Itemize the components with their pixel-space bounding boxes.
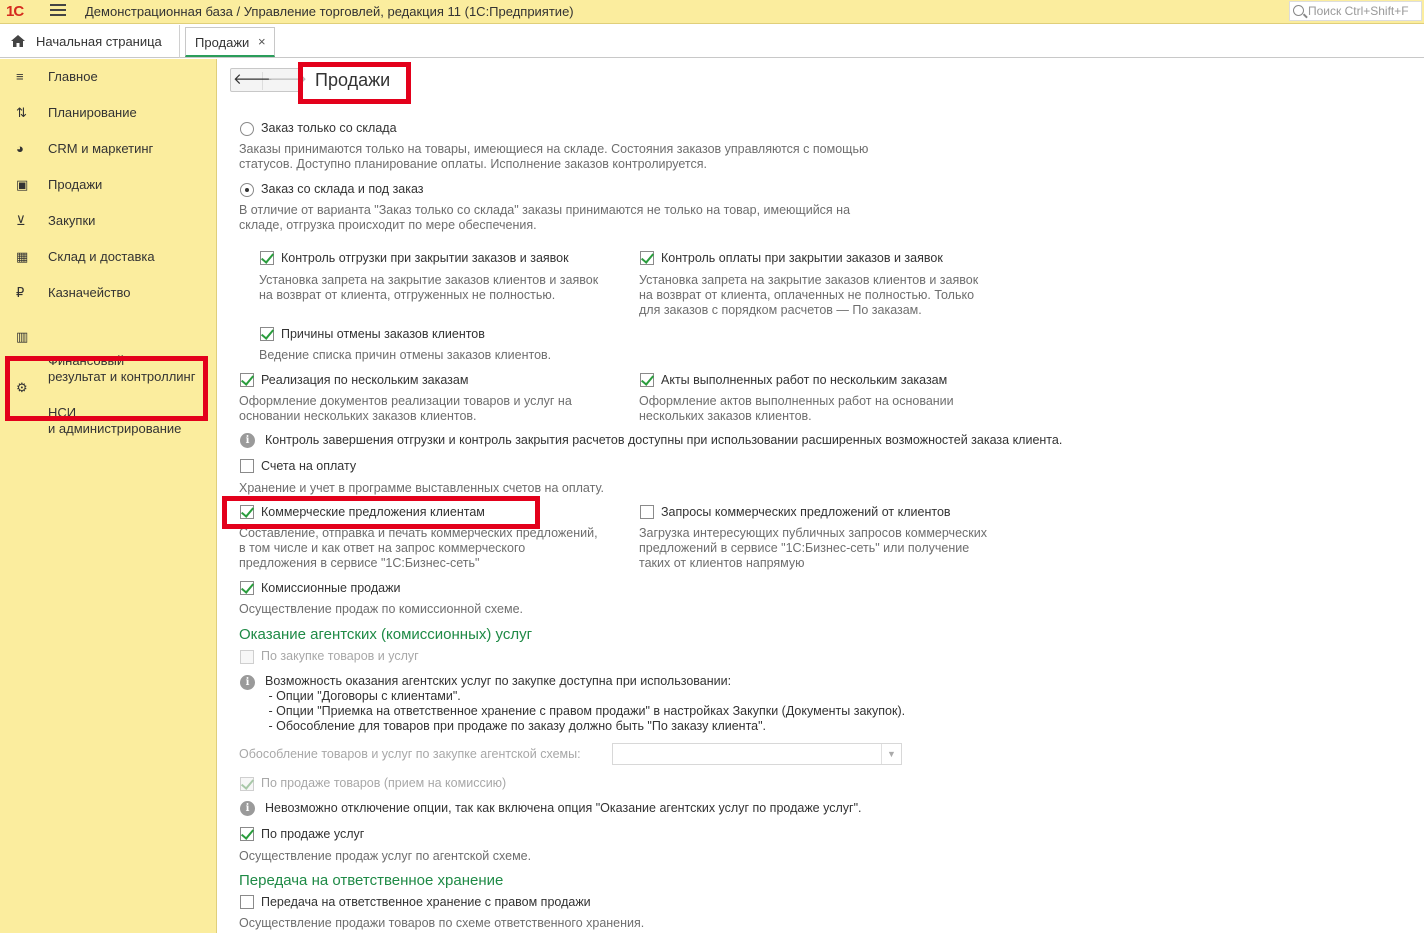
sidebar-item-warehouse[interactable]: ▦ Склад и доставка: [0, 249, 217, 265]
checkbox-storage-transfer-label[interactable]: Передача на ответственное хранение с пра…: [261, 895, 591, 909]
app-logo[interactable]: 1С: [6, 3, 24, 20]
checkbox-multi-sales-label[interactable]: Реализация по нескольким заказам: [261, 373, 468, 387]
tab-bar: Начальная страница Продажи ×: [0, 25, 1424, 58]
checkbox-agent-sale-services-desc: Осуществление продаж услуг по агентской …: [239, 849, 532, 863]
search-icon: [1293, 5, 1304, 16]
tab-home[interactable]: Начальная страница: [0, 25, 180, 58]
sidebar-item-planning[interactable]: ⇅ Планирование: [0, 105, 217, 121]
checkbox-invoices-label[interactable]: Счета на оплату: [261, 459, 356, 473]
highlight-commercial-offers: [222, 496, 540, 529]
checkbox-invoices[interactable]: [240, 459, 254, 473]
checkbox-commission-sales-desc: Осуществление продаж по комиссионной схе…: [239, 602, 523, 616]
list-icon: ≡: [16, 69, 24, 84]
checkbox-pay-control-label[interactable]: Контроль оплаты при закрытии заказов и з…: [661, 251, 943, 265]
sidebar: ≡ Главное ⇅ Планирование ◕ CRM и маркети…: [0, 59, 217, 933]
title-bar: 1С Демонстрационная база / Управление то…: [0, 0, 1424, 24]
checkbox-commercial-offers-desc: Составление, отправка и печать коммерчес…: [239, 526, 598, 570]
section-heading-storage: Передача на ответственное хранение: [239, 872, 504, 889]
sidebar-item-label: Закупки: [48, 213, 96, 228]
sidebar-item-main[interactable]: ≡ Главное: [0, 69, 217, 85]
checkbox-storage-transfer[interactable]: [240, 895, 254, 909]
bar-chart-icon: ▥: [16, 329, 29, 344]
section-heading-agent: Оказание агентских (комиссионных) услуг: [239, 626, 533, 643]
radio-stock-only[interactable]: [240, 122, 254, 136]
shopping-bag-icon: ▣: [16, 177, 29, 192]
checkbox-multi-sales[interactable]: [240, 373, 254, 387]
checkbox-agent-purchase: [240, 650, 254, 664]
search-input[interactable]: Поиск Ctrl+Shift+F: [1289, 1, 1422, 21]
info-icon: i: [240, 675, 255, 690]
back-arrow-icon[interactable]: 🡐: [233, 72, 273, 90]
nav-buttons: 🡐 🡒: [230, 68, 307, 92]
checkbox-invoices-desc: Хранение и учет в программе выставленных…: [239, 481, 604, 495]
radio-stock-only-desc: Заказы принимаются только на товары, име…: [239, 142, 869, 171]
checkbox-multi-acts-label[interactable]: Акты выполненных работ по нескольким зак…: [661, 373, 947, 387]
checkbox-cancel-reasons[interactable]: [260, 327, 274, 341]
info-icon: i: [240, 801, 255, 816]
sidebar-item-label: CRM и маркетинг: [48, 141, 154, 156]
checkbox-agent-sale-services[interactable]: [240, 827, 254, 841]
info-order-control: Контроль завершения отгрузки и контроль …: [265, 433, 1063, 447]
checkbox-ship-control[interactable]: [260, 251, 274, 265]
pie-chart-icon: ◕: [16, 141, 24, 156]
checkbox-commission-sales-label[interactable]: Комиссионные продажи: [261, 581, 400, 595]
tab-home-label: Начальная страница: [36, 34, 162, 49]
info-icon: i: [240, 433, 255, 448]
warehouse-icon: ▦: [16, 249, 29, 264]
sidebar-item-sales[interactable]: ▣ Продажи: [0, 177, 217, 193]
radio-stock-and-order-desc: В отличие от варианта "Заказ только со с…: [239, 203, 851, 232]
checkbox-ship-control-desc: Установка запрета на закрытие заказов кл…: [259, 273, 599, 302]
checkbox-pay-control[interactable]: [640, 251, 654, 265]
checkbox-offer-requests-label[interactable]: Запросы коммерческих предложений от клие…: [661, 505, 951, 519]
checkbox-ship-control-label[interactable]: Контроль отгрузки при закрытии заказов и…: [281, 251, 569, 265]
radio-stock-and-order[interactable]: [240, 183, 254, 197]
sidebar-item-treasury[interactable]: ₽ Казначейство: [0, 285, 217, 301]
cart-icon: ⊻: [16, 213, 26, 228]
checkbox-agent-purchase-label: По закупке товаров и услуг: [261, 649, 419, 663]
highlight-admin: [5, 356, 208, 421]
radio-stock-and-order-label[interactable]: Заказ со склада и под заказ: [261, 182, 424, 196]
radio-stock-only-label[interactable]: Заказ только со склада: [261, 121, 397, 135]
chevron-down-icon[interactable]: ▼: [881, 744, 901, 764]
checkbox-agent-sale-services-label[interactable]: По продаже услуг: [261, 827, 364, 841]
checkbox-agent-sale-goods-label: По продаже товаров (прием на комиссию): [261, 776, 507, 790]
checkbox-cancel-reasons-desc: Ведение списка причин отмены заказов кли…: [259, 348, 552, 362]
checkbox-storage-transfer-desc: Осуществление продажи товаров по схеме о…: [239, 916, 645, 930]
sidebar-item-label: Склад и доставка: [48, 249, 155, 264]
checkbox-multi-sales-desc: Оформление документов реализации товаров…: [239, 394, 572, 423]
window-title: Демонстрационная база / Управление торго…: [85, 4, 574, 19]
ruble-icon: ₽: [16, 285, 25, 300]
sidebar-item-label: Казначейство: [48, 285, 131, 300]
sidebar-item-label: Планирование: [48, 105, 137, 120]
sidebar-item-crm[interactable]: ◕ CRM и маркетинг: [0, 141, 217, 157]
sidebar-item-label: Продажи: [48, 177, 103, 192]
info-agent-sale-goods: Невозможно отключение опции, так как вкл…: [265, 801, 862, 815]
separation-label: Обособление товаров и услуг по закупке а…: [239, 747, 581, 761]
sidebar-item-purchases[interactable]: ⊻ Закупки: [0, 213, 217, 229]
checkbox-pay-control-desc: Установка запрета на закрытие заказов кл…: [639, 273, 979, 317]
checkbox-commission-sales[interactable]: [240, 581, 254, 595]
tab-sales[interactable]: Продажи ×: [185, 27, 275, 57]
info-agent-purchase: Возможность оказания агентских услуг по …: [265, 674, 906, 733]
sidebar-item-label: Главное: [48, 69, 98, 84]
forward-arrow-icon[interactable]: 🡒: [267, 72, 307, 90]
tab-sales-label: Продажи: [195, 35, 250, 50]
close-icon[interactable]: ×: [258, 34, 266, 49]
planning-icon: ⇅: [16, 105, 27, 120]
checkbox-offer-requests[interactable]: [640, 505, 654, 519]
home-icon: [11, 35, 25, 47]
main-menu-icon[interactable]: [50, 4, 66, 18]
checkbox-multi-acts[interactable]: [640, 373, 654, 387]
checkbox-cancel-reasons-label[interactable]: Причины отмены заказов клиентов: [281, 327, 485, 341]
checkbox-offer-requests-desc: Загрузка интересующих публичных запросов…: [639, 526, 987, 570]
highlight-title: [298, 62, 411, 104]
separation-select[interactable]: ▼: [612, 743, 902, 765]
search-placeholder: Поиск Ctrl+Shift+F: [1308, 4, 1409, 18]
checkbox-multi-acts-desc: Оформление актов выполненных работ на ос…: [639, 394, 954, 423]
checkbox-agent-sale-goods: [240, 777, 254, 791]
